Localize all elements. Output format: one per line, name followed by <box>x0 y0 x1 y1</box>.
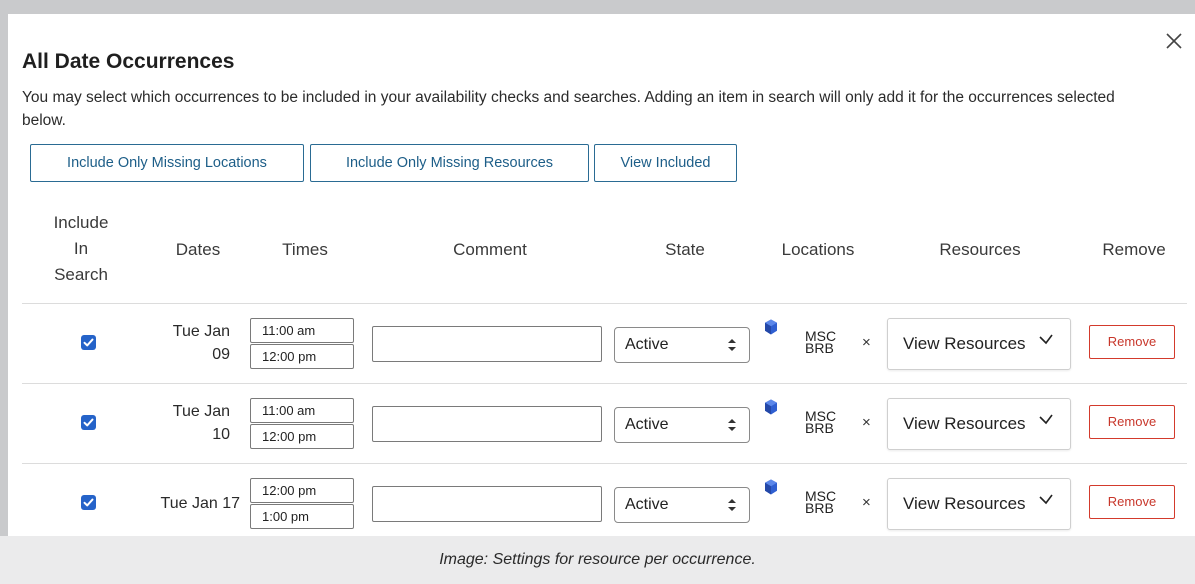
state-select-value: Active <box>625 496 669 513</box>
occurrence-date-line: Tue Jan <box>172 403 230 420</box>
row-divider <box>22 463 1187 464</box>
occurrence-date: Tue Jan 17 <box>140 492 240 515</box>
include-missing-locations-button[interactable]: Include Only Missing Locations <box>30 144 304 182</box>
include-missing-resources-button[interactable]: Include Only Missing Resources <box>310 144 589 182</box>
location-name: MSC BRB <box>805 329 845 356</box>
chevron-down-icon <box>1039 494 1053 505</box>
chevron-down-icon <box>1039 414 1053 425</box>
end-time-field[interactable]: 12:00 pm <box>250 424 354 449</box>
row-divider <box>22 383 1187 384</box>
state-select[interactable]: Active <box>614 407 750 443</box>
state-select-value: Active <box>625 336 669 353</box>
header-remove: Remove <box>1102 240 1166 259</box>
occurrence-date: Tue Jan 09 <box>160 320 230 366</box>
location-name: MSC BRB <box>805 409 845 436</box>
chevron-down-icon <box>1039 334 1053 345</box>
header-times: Times <box>282 240 328 259</box>
remove-occurrence-button[interactable]: Remove <box>1089 405 1175 439</box>
occurrence-date: Tue Jan 10 <box>160 400 230 446</box>
close-icon[interactable] <box>1163 30 1185 52</box>
header-include-line: Search <box>54 265 108 284</box>
select-arrows-icon <box>728 419 736 431</box>
view-included-button[interactable]: View Included <box>594 144 737 182</box>
cube-icon <box>765 319 777 335</box>
occurrence-date-line: 09 <box>212 346 230 363</box>
end-time-field[interactable]: 1:00 pm <box>250 504 354 529</box>
include-checkbox[interactable] <box>81 415 96 430</box>
header-include-in-search: Include In Search <box>52 210 110 288</box>
location-line: BRB <box>805 500 834 516</box>
remove-location-icon[interactable]: × <box>862 494 871 511</box>
dialog-title: All Date Occurrences <box>22 50 235 73</box>
view-resources-label: View Resources <box>903 414 1026 433</box>
state-select[interactable]: Active <box>614 327 750 363</box>
header-divider <box>22 303 1187 304</box>
view-resources-label: View Resources <box>903 334 1026 353</box>
remove-location-icon[interactable]: × <box>862 414 871 431</box>
header-comment: Comment <box>453 240 527 259</box>
start-time-field[interactable]: 11:00 am <box>250 398 354 423</box>
header-include-line: Include <box>53 213 109 232</box>
dialog-description: You may select which occurrences to be i… <box>22 89 1115 129</box>
include-checkbox[interactable] <box>81 335 96 350</box>
end-time-field[interactable]: 12:00 pm <box>250 344 354 369</box>
header-locations: Locations <box>781 240 855 259</box>
location-name: MSC BRB <box>805 489 845 516</box>
remove-occurrence-button[interactable]: Remove <box>1089 485 1175 519</box>
location-line: BRB <box>805 340 834 356</box>
cube-icon <box>765 399 777 415</box>
state-select-value: Active <box>625 416 669 433</box>
remove-occurrence-button[interactable]: Remove <box>1089 325 1175 359</box>
view-resources-dropdown[interactable]: View Resources <box>887 318 1071 370</box>
view-resources-label: View Resources <box>903 494 1026 513</box>
comment-input[interactable] <box>372 486 602 522</box>
image-caption: Image: Settings for resource per occurre… <box>439 551 756 568</box>
header-state: State <box>665 240 705 259</box>
start-time-field[interactable]: 11:00 am <box>250 318 354 343</box>
occurrence-date-line: Tue Jan <box>172 323 230 340</box>
select-arrows-icon <box>728 339 736 351</box>
occurrence-date-line: Tue Jan 17 <box>160 495 240 512</box>
occurrence-date-line: 10 <box>212 426 230 443</box>
comment-input[interactable] <box>372 406 602 442</box>
header-dates: Dates <box>175 240 221 259</box>
select-arrows-icon <box>728 499 736 511</box>
remove-location-icon[interactable]: × <box>862 334 871 351</box>
view-resources-dropdown[interactable]: View Resources <box>887 398 1071 450</box>
header-include-line: In <box>73 239 89 258</box>
state-select[interactable]: Active <box>614 487 750 523</box>
cube-icon <box>765 479 777 495</box>
header-resources: Resources <box>939 240 1021 259</box>
view-resources-dropdown[interactable]: View Resources <box>887 478 1071 530</box>
location-line: BRB <box>805 420 834 436</box>
comment-input[interactable] <box>372 326 602 362</box>
start-time-field[interactable]: 12:00 pm <box>250 478 354 503</box>
include-checkbox[interactable] <box>81 495 96 510</box>
